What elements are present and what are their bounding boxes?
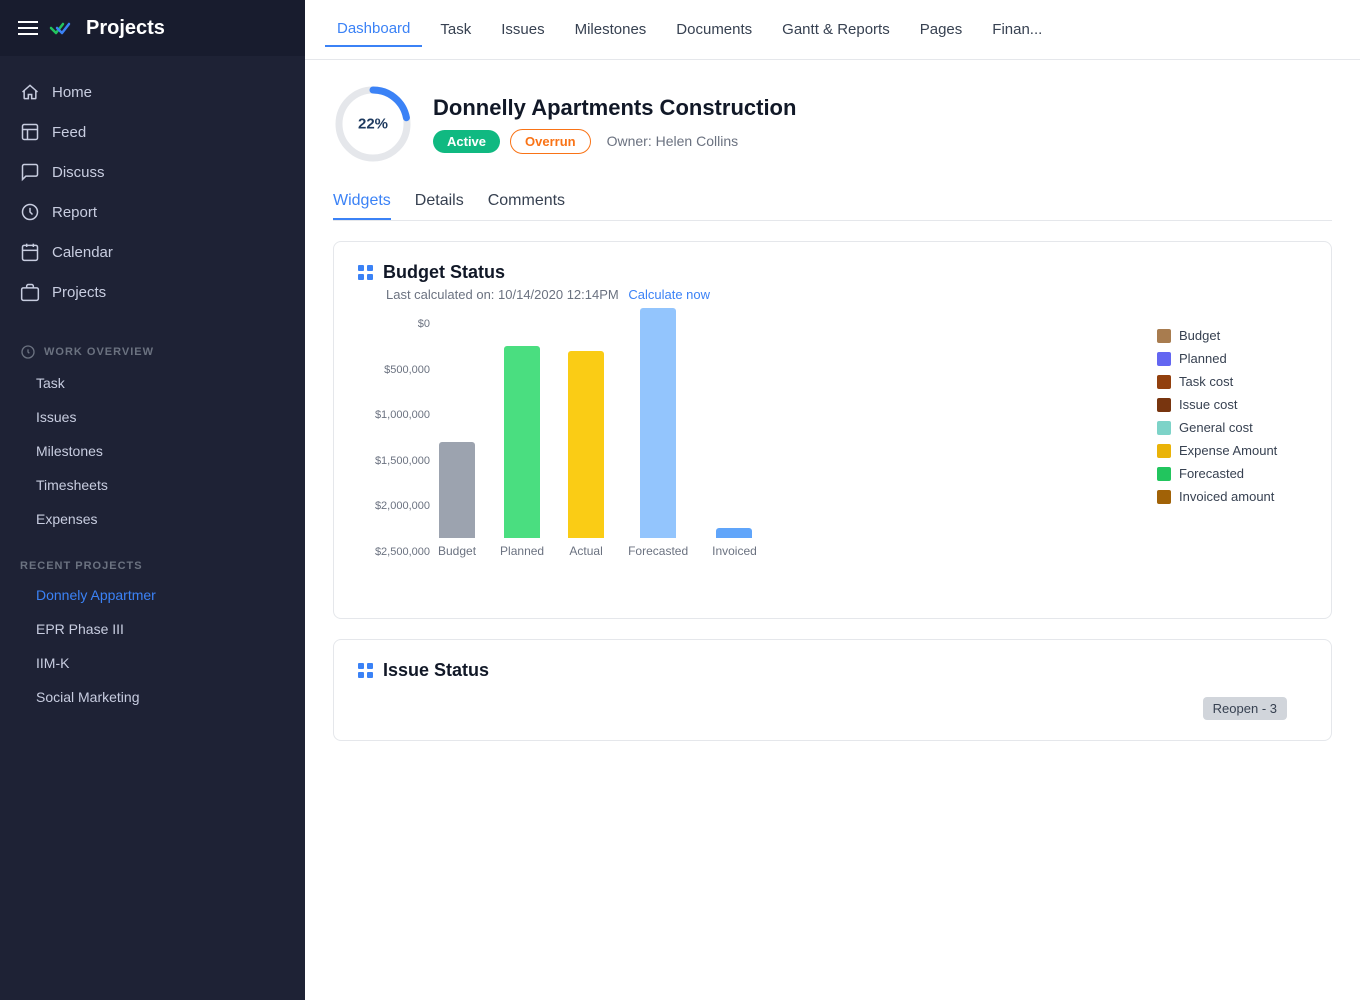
sidebar-item-calendar[interactable]: Calendar	[0, 232, 305, 272]
legend-forecasted-dot	[1157, 467, 1171, 481]
budget-widget-header: Budget Status	[358, 262, 1307, 283]
bar-planned: Planned	[500, 346, 544, 558]
main-content: Dashboard Task Issues Milestones Documen…	[305, 0, 1360, 1000]
legend-expense: Expense Amount	[1157, 443, 1307, 458]
tab-finan[interactable]: Finan...	[980, 13, 1054, 46]
project-info: Donnelly Apartments Construction Active …	[433, 95, 796, 154]
project-owner: Owner: Helen Collins	[607, 133, 739, 149]
tab-documents[interactable]: Documents	[664, 13, 764, 46]
home-icon	[20, 82, 40, 102]
project-title: Donnelly Apartments Construction	[433, 95, 796, 121]
sidebar-item-task[interactable]: Task	[0, 366, 305, 400]
budget-widget-title: Budget Status	[383, 262, 505, 283]
legend-planned-dot	[1157, 352, 1171, 366]
sidebar: Projects Home Feed Discuss Report Calend…	[0, 0, 305, 1000]
badge-active: Active	[433, 130, 500, 153]
legend-budget: Budget	[1157, 328, 1307, 343]
sidebar-nav: Home Feed Discuss Report Calendar Projec…	[0, 56, 305, 328]
issue-widget-title: Issue Status	[383, 660, 489, 681]
top-nav: Dashboard Task Issues Milestones Documen…	[305, 0, 1360, 60]
project-header: 22% Donnelly Apartments Construction Act…	[333, 84, 1332, 164]
legend-expense-dot	[1157, 444, 1171, 458]
issue-status-widget: Issue Status Reopen - 3	[333, 639, 1332, 741]
tab-widgets[interactable]: Widgets	[333, 184, 391, 220]
calendar-icon	[20, 242, 40, 262]
tab-comments[interactable]: Comments	[488, 184, 565, 220]
sidebar-item-projects[interactable]: Projects	[0, 272, 305, 312]
tab-task[interactable]: Task	[428, 13, 483, 46]
bars-group: Budget Planned Actual	[438, 318, 1133, 558]
badge-overrun: Overrun	[510, 129, 591, 154]
project-badges: Active Overrun Owner: Helen Collins	[433, 129, 796, 154]
legend-generalcost: General cost	[1157, 420, 1307, 435]
recent-project-iimk[interactable]: IIM-K	[0, 646, 305, 680]
sidebar-item-expenses[interactable]: Expenses	[0, 502, 305, 536]
tab-pages[interactable]: Pages	[908, 13, 975, 46]
logo-icon	[48, 14, 76, 42]
bar-actual: Actual	[568, 351, 604, 558]
bar-forecasted: Forecasted	[628, 308, 688, 558]
page-tabs: Widgets Details Comments	[333, 184, 1332, 221]
sidebar-item-issues[interactable]: Issues	[0, 400, 305, 434]
recent-projects-section: RECENT PROJECTS	[0, 544, 305, 578]
tab-dashboard[interactable]: Dashboard	[325, 12, 422, 47]
legend-planned: Planned	[1157, 351, 1307, 366]
sidebar-item-timesheets[interactable]: Timesheets	[0, 468, 305, 502]
calculate-now-link[interactable]: Calculate now	[628, 287, 710, 302]
bar-chart: $2,500,000 $2,000,000 $1,500,000 $1,000,…	[358, 318, 1133, 598]
recent-project-epr[interactable]: EPR Phase III	[0, 612, 305, 646]
sidebar-item-home[interactable]: Home	[0, 72, 305, 112]
tab-gantt[interactable]: Gantt & Reports	[770, 13, 902, 46]
sidebar-item-milestones[interactable]: Milestones	[0, 434, 305, 468]
progress-circle: 22%	[333, 84, 413, 164]
bar-budget: Budget	[438, 442, 476, 558]
work-overview-icon	[20, 344, 36, 360]
reopen-area: Reopen - 3	[358, 697, 1307, 720]
feed-icon	[20, 122, 40, 142]
recent-project-donnely[interactable]: Donnely Appartmer	[0, 578, 305, 612]
y-axis: $2,500,000 $2,000,000 $1,500,000 $1,000,…	[358, 318, 436, 558]
tab-details[interactable]: Details	[415, 184, 464, 220]
issue-widget-dots	[358, 663, 373, 678]
chart-area: $2,500,000 $2,000,000 $1,500,000 $1,000,…	[358, 318, 1133, 598]
legend-generalcost-dot	[1157, 421, 1171, 435]
legend-issuecost-dot	[1157, 398, 1171, 412]
progress-label: 22%	[358, 116, 388, 133]
tab-milestones[interactable]: Milestones	[563, 13, 659, 46]
sidebar-header: Projects	[0, 0, 305, 56]
legend-invoiced: Invoiced amount	[1157, 489, 1307, 504]
bar-invoiced: Invoiced	[712, 528, 757, 558]
chart-legend: Budget Planned Task cost Issue cost	[1157, 318, 1307, 504]
content-area: 22% Donnelly Apartments Construction Act…	[305, 60, 1360, 1000]
legend-forecasted: Forecasted	[1157, 466, 1307, 481]
legend-issuecost: Issue cost	[1157, 397, 1307, 412]
sidebar-item-feed[interactable]: Feed	[0, 112, 305, 152]
issue-widget-header: Issue Status	[358, 660, 1307, 681]
reopen-badge: Reopen - 3	[1203, 697, 1287, 720]
chart-container: $2,500,000 $2,000,000 $1,500,000 $1,000,…	[358, 318, 1307, 598]
legend-invoiced-dot	[1157, 490, 1171, 504]
discuss-icon	[20, 162, 40, 182]
budget-status-widget: Budget Status Last calculated on: 10/14/…	[333, 241, 1332, 619]
work-overview-section: WORK OVERVIEW	[0, 328, 305, 366]
widget-dots-icon	[358, 265, 373, 280]
legend-taskcost-dot	[1157, 375, 1171, 389]
sidebar-item-discuss[interactable]: Discuss	[0, 152, 305, 192]
sidebar-item-report[interactable]: Report	[0, 192, 305, 232]
legend-taskcost: Task cost	[1157, 374, 1307, 389]
hamburger-icon[interactable]	[18, 21, 38, 35]
projects-icon	[20, 282, 40, 302]
report-icon	[20, 202, 40, 222]
recent-project-social[interactable]: Social Marketing	[0, 680, 305, 714]
legend-budget-dot	[1157, 329, 1171, 343]
sidebar-title: Projects	[86, 17, 165, 40]
tab-issues[interactable]: Issues	[489, 13, 556, 46]
budget-widget-subtitle: Last calculated on: 10/14/2020 12:14PM C…	[386, 287, 1307, 302]
